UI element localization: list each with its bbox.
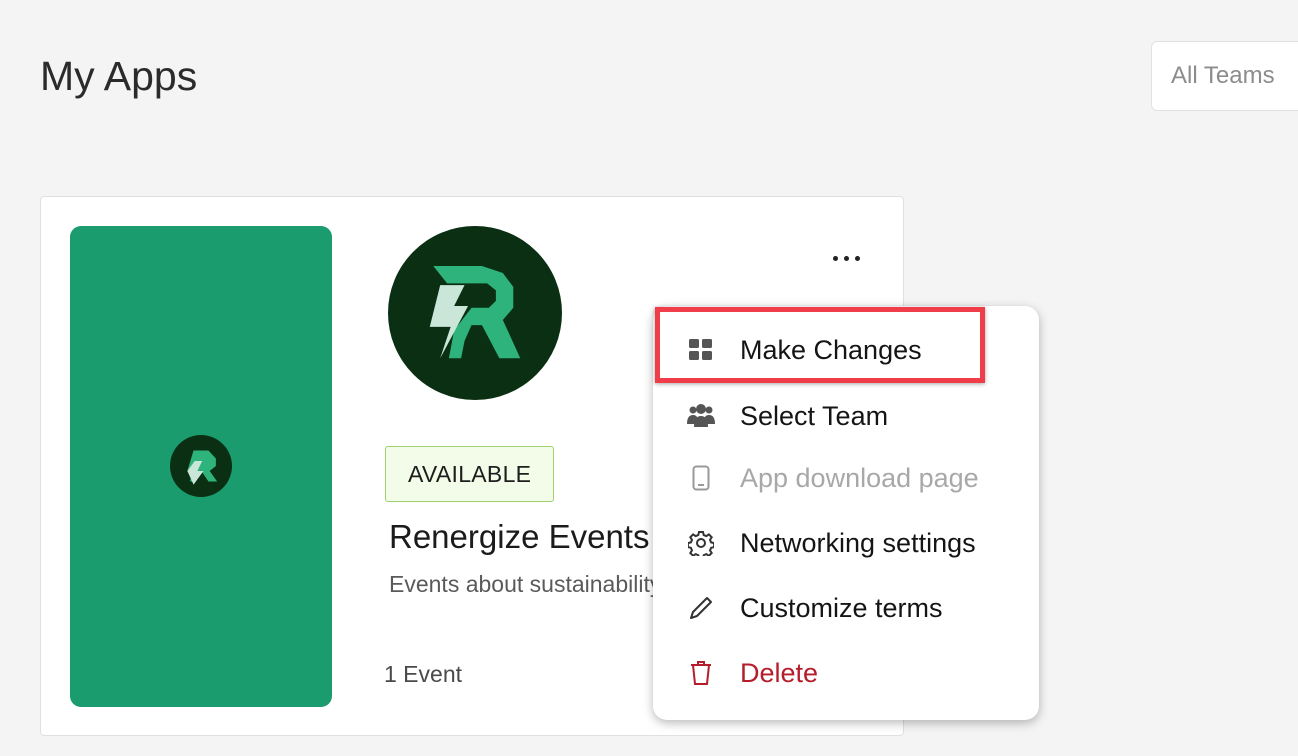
menu-item-networking-settings[interactable]: Networking settings <box>653 515 1039 571</box>
grid-icon <box>686 335 716 365</box>
menu-item-label: Delete <box>740 657 819 688</box>
more-dot <box>832 255 838 261</box>
menu-item-make-changes[interactable]: Make Changes <box>653 322 1039 378</box>
more-options-button[interactable] <box>819 243 873 273</box>
app-description: Events about sustainability <box>389 571 662 597</box>
menu-item-delete[interactable]: Delete <box>653 645 1039 701</box>
app-logo <box>388 226 562 400</box>
status-badge: AVAILABLE <box>385 446 555 502</box>
more-dot <box>843 255 849 261</box>
phone-icon <box>686 463 716 493</box>
team-filter-select[interactable]: All Teams <box>1151 41 1298 111</box>
menu-item-label: Networking settings <box>740 527 976 558</box>
menu-item-label: Customize terms <box>740 592 943 623</box>
more-dot <box>854 255 860 261</box>
page-title: My Apps <box>40 53 198 99</box>
app-context-menu: Make Changes Select Team App download pa… <box>653 306 1039 720</box>
team-filter-value: All Teams <box>1171 62 1275 89</box>
team-icon <box>686 401 716 431</box>
event-count: 1 Event <box>384 661 462 687</box>
menu-item-label: Select Team <box>740 400 889 431</box>
menu-item-label: Make Changes <box>740 334 922 365</box>
app-name: Renergize Events <box>389 518 650 555</box>
menu-item-label: App download page <box>740 462 979 493</box>
menu-item-select-team[interactable]: Select Team <box>653 388 1039 444</box>
menu-item-app-download-page[interactable]: App download page <box>653 450 1039 506</box>
preview-logo-icon <box>170 435 232 497</box>
status-badge-label: AVAILABLE <box>408 460 532 487</box>
app-preview <box>70 226 332 707</box>
gear-icon <box>686 528 716 558</box>
trash-icon <box>686 658 716 688</box>
menu-item-customize-terms[interactable]: Customize terms <box>653 580 1039 636</box>
pen-icon <box>686 593 716 623</box>
